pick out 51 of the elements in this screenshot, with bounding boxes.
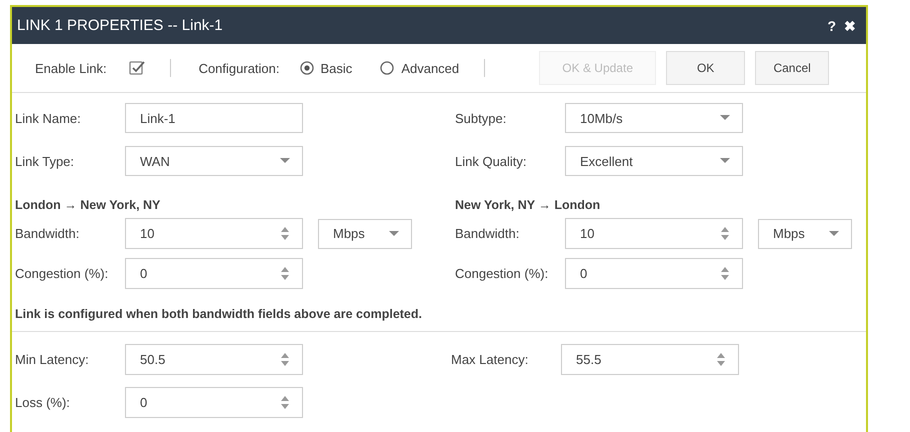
checkbox[interactable] — [128, 60, 145, 76]
dropdown[interactable]: Mbps — [318, 218, 412, 248]
spinner-icon — [720, 226, 730, 241]
field-label: Link Quality: — [455, 154, 528, 168]
number-field[interactable]: 10 — [565, 218, 743, 249]
field-label: Bandwidth: — [15, 226, 80, 241]
spinner-icon — [280, 226, 290, 241]
field-label: Congestion (%): — [455, 266, 550, 281]
caret-icon — [829, 230, 839, 236]
field-label: Enable Link: — [35, 60, 107, 76]
dropdown[interactable]: Mbps — [758, 218, 852, 248]
close-button[interactable]: ✖ — [842, 18, 858, 34]
field-label: Max Latency: — [451, 352, 530, 367]
field-label: Link Name: — [15, 110, 82, 126]
number-field[interactable]: 10 — [125, 218, 303, 249]
field-label: Subtype: — [455, 110, 508, 126]
field-label: Min Latency: — [15, 352, 90, 367]
text-field[interactable]: Link-1 — [125, 103, 303, 133]
number-field[interactable]: 0 — [125, 258, 303, 289]
caret-icon — [280, 158, 290, 164]
spinner-icon — [716, 352, 726, 367]
radio-label[interactable]: Advanced — [401, 60, 460, 76]
caret-icon — [720, 158, 730, 164]
number-field[interactable]: 0 — [125, 387, 303, 418]
help-button[interactable]: ? — [825, 18, 838, 34]
spinner-icon — [720, 266, 730, 281]
dropdown[interactable]: Excellent — [565, 146, 743, 176]
caret-icon — [389, 230, 399, 236]
dialog-button[interactable]: Cancel — [755, 51, 830, 85]
info-text: Link is configured when both bandwidth fields above are completed. — [15, 307, 423, 321]
window-title: LINK 1 PROPERTIES -- Link-1 — [17, 17, 223, 34]
number-field[interactable]: 55.5 — [561, 344, 739, 375]
radio-button[interactable] — [380, 61, 394, 75]
spinner-icon — [280, 395, 290, 410]
caret-icon — [720, 115, 730, 121]
spinner-icon — [280, 266, 290, 281]
radio-label[interactable]: Basic — [320, 60, 352, 76]
section-heading: New York, NY → London — [455, 198, 602, 212]
dropdown[interactable]: 10Mb/s — [565, 103, 743, 133]
field-label: Loss (%): — [15, 395, 71, 410]
field-label: Congestion (%): — [15, 266, 110, 281]
field-label: Bandwidth: — [455, 226, 520, 241]
dialog-button[interactable]: OK — [666, 51, 746, 85]
radio-button[interactable] — [300, 61, 314, 75]
field-label: Link Type: — [15, 154, 76, 168]
field-label: Configuration: — [198, 60, 280, 76]
section-heading: London → New York, NY — [15, 198, 162, 212]
spinner-icon — [280, 352, 290, 367]
dropdown[interactable]: WAN — [125, 146, 303, 176]
number-field[interactable]: 0 — [565, 258, 743, 289]
number-field[interactable]: 50.5 — [125, 344, 303, 375]
